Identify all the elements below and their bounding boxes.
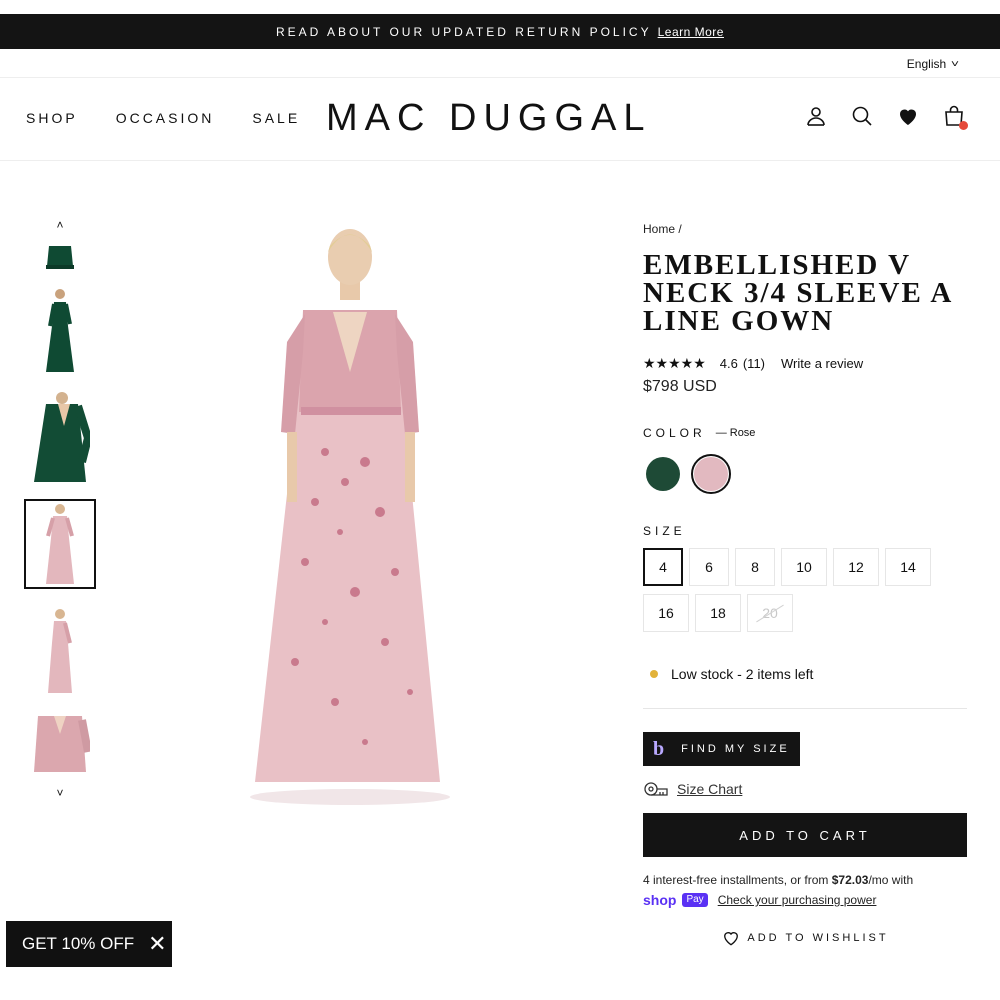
- color-label-row: COLOR — Rose: [643, 426, 973, 440]
- learn-more-link[interactable]: Learn More: [658, 25, 724, 39]
- add-to-wishlist-button[interactable]: ADD TO WISHLIST: [643, 928, 967, 948]
- shop-pay-badge: Pay: [682, 893, 708, 907]
- star-rating-icon[interactable]: ★★★★★: [643, 355, 706, 372]
- installments-amount: $72.03: [831, 873, 869, 887]
- size-10[interactable]: 10: [781, 548, 827, 586]
- size-18[interactable]: 18: [695, 594, 741, 632]
- heart-icon[interactable]: [896, 104, 920, 128]
- stock-dot-icon: [650, 670, 658, 678]
- shop-pay-logo: shop: [643, 892, 677, 908]
- breadcrumb: Home /: [643, 222, 973, 236]
- cart-badge: [959, 121, 968, 130]
- add-to-cart-button[interactable]: ADD TO CART: [643, 813, 967, 857]
- thumbnail-2[interactable]: [24, 286, 96, 374]
- size-20-unavailable[interactable]: 20: [747, 594, 793, 632]
- account-icon[interactable]: [804, 104, 828, 128]
- thumbnail-3[interactable]: [24, 392, 96, 482]
- product-title: EMBELLISHED V NECK 3/4 SLEEVE A LINE GOW…: [643, 249, 952, 337]
- size-label: SIZE: [643, 524, 686, 538]
- language-value: English: [906, 57, 947, 71]
- size-chart-link[interactable]: Size Chart: [677, 781, 742, 797]
- installments-info: 4 interest-free installments, or from $7…: [643, 870, 973, 910]
- close-icon[interactable]: ✕: [148, 933, 166, 955]
- product-price: $798 USD: [643, 378, 717, 395]
- color-swatches: [643, 454, 973, 494]
- nav-occasion[interactable]: OCCASION: [116, 110, 215, 126]
- details-divider: [643, 708, 967, 709]
- thumbnail-6[interactable]: [24, 712, 96, 772]
- thumbs-down-arrow[interactable]: ˅: [24, 786, 96, 800]
- swatch-rose-fill: [694, 457, 728, 491]
- announcement-bar: READ ABOUT OUR UPDATED RETURN POLICY Lea…: [0, 14, 1000, 49]
- announcement-text: READ ABOUT OUR UPDATED RETURN POLICY: [276, 24, 652, 39]
- size-14[interactable]: 14: [885, 548, 931, 586]
- measuring-tape-icon: [644, 782, 668, 796]
- thumbnail-5[interactable]: [24, 606, 96, 696]
- check-purchasing-power-link[interactable]: Check your purchasing power: [718, 890, 877, 910]
- size-16[interactable]: 16: [643, 594, 689, 632]
- rating-value: 4.6: [719, 356, 738, 371]
- product-main-image: [215, 222, 485, 812]
- language-selector[interactable]: English ˅: [906, 57, 960, 71]
- swatch-emerald[interactable]: [643, 454, 683, 494]
- installments-pre: 4 interest-free installments, or from: [643, 873, 832, 887]
- shop-pay-row: shop Pay Check your purchasing power: [643, 890, 973, 910]
- size-options: 4 6 8 10 12 14 16 18 20: [643, 548, 943, 632]
- promo-banner[interactable]: GET 10% OFF ✕: [6, 921, 172, 967]
- write-review-link[interactable]: Write a review: [781, 356, 863, 371]
- stock-text: Low stock - 2 items left: [671, 666, 814, 682]
- nav-shop[interactable]: SHOP: [26, 110, 78, 126]
- search-icon[interactable]: [850, 104, 874, 128]
- thumbs-up-arrow[interactable]: ˄: [24, 218, 96, 232]
- header-divider: [0, 77, 1000, 78]
- size-8[interactable]: 8: [735, 548, 775, 586]
- find-my-size-logo-icon: b: [653, 737, 668, 760]
- promo-text: GET 10% OFF: [22, 934, 135, 953]
- size-chart-row: Size Chart: [643, 780, 973, 798]
- size-12[interactable]: 12: [833, 548, 879, 586]
- cart-icon[interactable]: [942, 104, 968, 130]
- product-details: Home / EMBELLISHED V NECK 3/4 SLEEVE A L…: [643, 222, 973, 948]
- wishlist-label: ADD TO WISHLIST: [747, 932, 889, 944]
- color-label: COLOR: [643, 426, 706, 440]
- swatch-rose[interactable]: [691, 454, 731, 494]
- chevron-down-icon: ˅: [950, 58, 960, 70]
- main-nav: SHOP OCCASION SALE: [26, 110, 300, 126]
- header-icons: [804, 104, 968, 130]
- thumbnail-4-selected[interactable]: [24, 499, 96, 589]
- size-6[interactable]: 6: [689, 548, 729, 586]
- find-my-size-label: FIND MY SIZE: [681, 743, 790, 755]
- swatch-emerald-fill: [646, 457, 680, 491]
- installments-post: /mo with: [868, 873, 914, 887]
- breadcrumb-home[interactable]: Home /: [643, 222, 682, 236]
- site-logo[interactable]: MAC DUGGAL: [326, 97, 651, 140]
- find-my-size-button[interactable]: b FIND MY SIZE: [643, 732, 800, 766]
- nav-sale[interactable]: SALE: [252, 110, 300, 126]
- thumbnail-1[interactable]: [24, 246, 96, 270]
- heart-outline-icon: [724, 932, 739, 946]
- size-4[interactable]: 4: [643, 548, 683, 586]
- stock-status: Low stock - 2 items left: [643, 666, 973, 682]
- color-value: — Rose: [715, 427, 756, 439]
- rating-row: ★★★★★ 4.6 (11) Write a review: [643, 355, 973, 372]
- review-count[interactable]: (11): [743, 356, 765, 371]
- header-bottom-divider: [0, 160, 1000, 161]
